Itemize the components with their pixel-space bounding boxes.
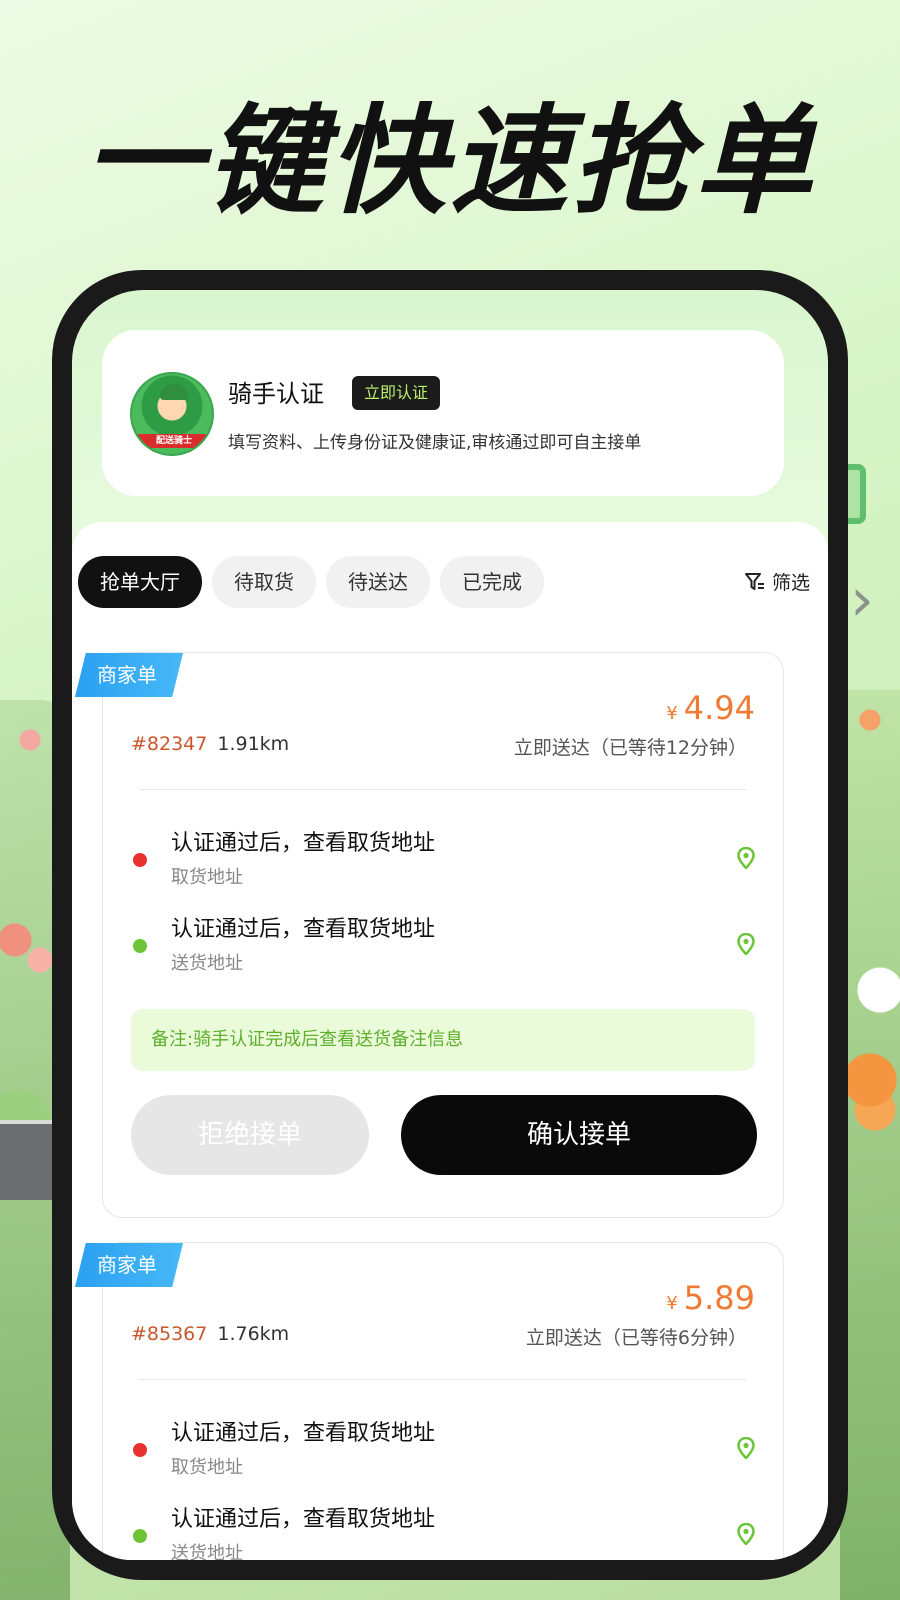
order-price: ¥4.94 bbox=[666, 689, 755, 727]
confirm-order-button[interactable]: 确认接单 bbox=[401, 1095, 757, 1175]
avatar-ribbon: 配送骑士 bbox=[136, 434, 212, 448]
location-pin-icon[interactable] bbox=[737, 847, 755, 869]
order-card[interactable]: 商家单 ¥4.94 #82347 1.91km 立即送达（已等待12分钟） 认证通… bbox=[75, 652, 784, 1218]
merchant-order-tag: 商家单 bbox=[75, 1243, 183, 1287]
order-price: ¥5.89 bbox=[666, 1279, 755, 1317]
location-pin-icon[interactable] bbox=[737, 933, 755, 955]
order-distance: 1.76km bbox=[217, 1323, 290, 1345]
tab-pending-delivery[interactable]: 待送达 bbox=[326, 556, 430, 608]
pickup-address-text: 认证通过后，查看取货地址 bbox=[171, 831, 436, 856]
dropoff-address-label: 送货地址 bbox=[171, 1543, 243, 1560]
chevron-right-icon: › bbox=[850, 565, 874, 635]
order-distance: 1.91km bbox=[217, 733, 290, 755]
tab-order-hall[interactable]: 抢单大厅 bbox=[78, 556, 202, 608]
divider bbox=[139, 789, 747, 790]
dropoff-address-row[interactable]: 认证通过后，查看取货地址 送货地址 bbox=[103, 1501, 783, 1560]
promo-headline: 一键快速抢单 bbox=[83, 92, 816, 230]
rider-certification-card[interactable]: 配送骑士 骑手认证 立即认证 填写资料、上传身份证及健康证,审核通过即可自主接单 bbox=[102, 330, 784, 496]
helmet-icon bbox=[160, 384, 188, 400]
tab-pending-pickup[interactable]: 待取货 bbox=[212, 556, 316, 608]
order-wait-status: 立即送达（已等待12分钟） bbox=[513, 737, 747, 759]
certify-now-button[interactable]: 立即认证 bbox=[352, 376, 441, 410]
location-pin-icon[interactable] bbox=[737, 1523, 755, 1545]
order-note: 备注:骑手认证完成后查看送货备注信息 bbox=[131, 1009, 755, 1071]
pickup-address-row[interactable]: 认证通过后，查看取货地址 取货地址 bbox=[103, 1415, 783, 1485]
order-card[interactable]: 商家单 ¥5.89 #85367 1.76km 立即送达（已等待6分钟） 认证通过… bbox=[75, 1242, 784, 1560]
order-number: #85367 bbox=[131, 1323, 208, 1345]
dropoff-address-text: 认证通过后，查看取货地址 bbox=[171, 1507, 436, 1532]
merchant-order-tag: 商家单 bbox=[75, 653, 183, 697]
location-pin-icon[interactable] bbox=[737, 1437, 755, 1459]
order-number-row: #85367 1.76km bbox=[131, 1323, 289, 1345]
reject-order-button[interactable]: 拒绝接单 bbox=[131, 1095, 369, 1175]
dropoff-dot-icon bbox=[133, 939, 147, 953]
filter-label: 筛选 bbox=[771, 572, 810, 594]
tab-completed[interactable]: 已完成 bbox=[440, 556, 544, 608]
pickup-dot-icon bbox=[133, 1443, 147, 1457]
dropoff-address-text: 认证通过后，查看取货地址 bbox=[171, 917, 436, 942]
background-flowers-right bbox=[840, 690, 900, 1600]
pickup-address-text: 认证通过后，查看取货地址 bbox=[171, 1421, 436, 1446]
rider-description: 填写资料、上传身份证及健康证,审核通过即可自主接单 bbox=[228, 433, 642, 453]
order-tabs: 抢单大厅 待取货 待送达 已完成 bbox=[78, 556, 544, 608]
order-panel: 抢单大厅 待取货 待送达 已完成 筛选 商家单 ¥4.94 #82347 1.9… bbox=[72, 522, 828, 1560]
phone-screen: 配送骑士 骑手认证 立即认证 填写资料、上传身份证及健康证,审核通过即可自主接单… bbox=[72, 290, 828, 1560]
pickup-address-row[interactable]: 认证通过后，查看取货地址 取货地址 bbox=[103, 825, 783, 895]
phone-frame: 配送骑士 骑手认证 立即认证 填写资料、上传身份证及健康证,审核通过即可自主接单… bbox=[52, 270, 848, 1580]
price-value: 5.89 bbox=[683, 1279, 755, 1317]
pickup-dot-icon bbox=[133, 853, 147, 867]
currency-symbol: ¥ bbox=[666, 703, 678, 724]
pickup-address-label: 取货地址 bbox=[171, 867, 243, 888]
dropoff-address-label: 送货地址 bbox=[171, 953, 243, 974]
dropoff-address-row[interactable]: 认证通过后，查看取货地址 送货地址 bbox=[103, 911, 783, 981]
filter-icon bbox=[744, 572, 764, 590]
rider-avatar: 配送骑士 bbox=[130, 372, 214, 456]
dropoff-dot-icon bbox=[133, 1529, 147, 1543]
filter-button[interactable]: 筛选 bbox=[744, 568, 810, 595]
order-wait-status: 立即送达（已等待6分钟） bbox=[525, 1327, 747, 1349]
currency-symbol: ¥ bbox=[666, 1293, 678, 1314]
divider bbox=[139, 1379, 747, 1380]
rider-title: 骑手认证 bbox=[228, 380, 324, 408]
price-value: 4.94 bbox=[683, 689, 755, 727]
pickup-address-label: 取货地址 bbox=[171, 1457, 243, 1478]
order-number-row: #82347 1.91km bbox=[131, 733, 289, 755]
order-number: #82347 bbox=[131, 733, 208, 755]
